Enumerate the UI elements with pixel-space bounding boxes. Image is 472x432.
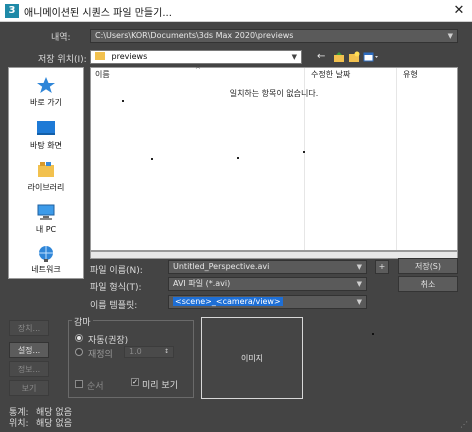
column-header-type[interactable]: 유형 bbox=[403, 68, 418, 82]
save-in-dropdown[interactable]: previews ▼ bbox=[90, 50, 302, 64]
chevron-down-icon: ▼ bbox=[356, 280, 362, 288]
view-button[interactable]: 보기 bbox=[9, 380, 49, 396]
close-icon[interactable]: ✕ bbox=[450, 2, 468, 20]
place-label: 내 PC bbox=[35, 225, 57, 234]
setup-button[interactable]: 설정... bbox=[9, 342, 49, 358]
place-network[interactable]: 네트워크 bbox=[9, 245, 83, 279]
window-title: 애니메이션된 시퀀스 파일 만들기... bbox=[24, 8, 172, 19]
places-sidebar: 바로 가기 바탕 화면 라이브러리 내 PC 네트워크 bbox=[8, 67, 84, 279]
gamma-override-spinner[interactable]: 1.0 ↕ bbox=[124, 346, 174, 358]
new-folder-icon[interactable] bbox=[348, 51, 360, 63]
desktop-icon bbox=[37, 121, 55, 135]
chevron-down-icon: ▼ bbox=[356, 298, 362, 306]
quick-access-star-icon bbox=[37, 77, 55, 93]
preview-image-label: 이미지 bbox=[240, 354, 264, 363]
gamma-auto-label: 자동(권장) bbox=[88, 336, 129, 346]
file-type-dropdown[interactable]: AVI 파일 (*.avi) ▼ bbox=[168, 277, 367, 291]
place-label: 바탕 화면 bbox=[30, 141, 62, 150]
file-name-label: 파일 이름(N): bbox=[90, 266, 143, 276]
history-label: 내역: bbox=[51, 33, 71, 43]
chevron-down-icon: ▼ bbox=[447, 32, 453, 40]
info-button[interactable]: 정보... bbox=[9, 361, 49, 377]
gamma-legend: 감마 bbox=[72, 315, 93, 328]
place-quick-access[interactable]: 바로 가기 bbox=[9, 76, 83, 114]
place-label: 네트워크 bbox=[31, 265, 61, 274]
gamma-override-label: 재정의 bbox=[88, 350, 113, 360]
file-name-input[interactable]: Untitled_Perspective.avi ▼ bbox=[168, 260, 367, 274]
save-in-label: 저장 위치(I): bbox=[38, 55, 87, 65]
resize-grip-icon[interactable]: ⋰ bbox=[460, 420, 470, 430]
gamma-auto-radio[interactable] bbox=[75, 334, 83, 342]
place-this-pc[interactable]: 내 PC bbox=[9, 203, 83, 241]
save-button[interactable]: 저장(S) bbox=[398, 258, 458, 274]
add-button[interactable]: + bbox=[375, 260, 389, 274]
location-value: 해당 없음 bbox=[36, 419, 72, 429]
save-in-value: previews bbox=[111, 52, 148, 61]
folder-icon bbox=[95, 52, 105, 60]
sequence-label: 순서 bbox=[87, 382, 104, 392]
spinner-arrows-icon: ↕ bbox=[163, 348, 169, 355]
cancel-button[interactable]: 취소 bbox=[398, 276, 458, 292]
up-folder-icon[interactable] bbox=[333, 51, 345, 63]
empty-message: 일치하는 항목이 없습니다. bbox=[229, 89, 319, 98]
app-icon: 3 bbox=[5, 4, 19, 18]
library-icon bbox=[38, 162, 54, 177]
network-icon bbox=[39, 246, 53, 262]
place-label: 라이브러리 bbox=[27, 183, 65, 192]
file-type-label: 파일 형식(T): bbox=[90, 283, 142, 293]
place-label: 바로 가기 bbox=[30, 98, 62, 107]
location-label: 위치: bbox=[9, 419, 29, 429]
history-value: C:\Users\KOR\Documents\3ds Max 2020\prev… bbox=[95, 31, 294, 40]
title-bar: 3 애니메이션된 시퀀스 파일 만들기... ✕ bbox=[0, 0, 472, 22]
chevron-down-icon: ▼ bbox=[356, 263, 362, 271]
name-template-dropdown[interactable]: <scene>_<camera/view> ▼ bbox=[168, 295, 367, 309]
preview-label: 미리 보기 bbox=[142, 381, 178, 391]
preview-checkbox[interactable]: ✓ bbox=[131, 378, 139, 386]
gamma-override-value: 1.0 bbox=[129, 347, 142, 356]
place-libraries[interactable]: 라이브러리 bbox=[9, 161, 83, 199]
artifact-dot bbox=[372, 333, 374, 335]
place-desktop[interactable]: 바탕 화면 bbox=[9, 119, 83, 157]
chevron-down-icon: ▼ bbox=[291, 53, 297, 61]
view-menu-icon[interactable] bbox=[363, 51, 379, 63]
file-name-value: Untitled_Perspective.avi bbox=[173, 262, 270, 271]
sequence-checkbox[interactable] bbox=[75, 380, 83, 388]
image-preview: 이미지 bbox=[201, 317, 303, 399]
history-dropdown[interactable]: C:\Users\KOR\Documents\3ds Max 2020\prev… bbox=[90, 29, 458, 43]
file-list[interactable]: 이름 ^ 수정한 날짜 유형 일치하는 항목이 없습니다. bbox=[90, 66, 458, 251]
file-type-value: AVI 파일 (*.avi) bbox=[173, 279, 231, 288]
artifact-dot bbox=[303, 151, 305, 153]
column-header-name[interactable]: 이름 bbox=[95, 68, 110, 82]
name-template-value: <scene>_<camera/view> bbox=[173, 297, 283, 306]
artifact-dot bbox=[151, 158, 153, 160]
devices-button[interactable]: 장치... bbox=[9, 320, 49, 336]
column-header-date[interactable]: 수정한 날짜 bbox=[311, 68, 350, 82]
this-pc-icon bbox=[37, 204, 55, 220]
artifact-dot bbox=[237, 157, 239, 159]
sort-up-icon: ^ bbox=[195, 66, 201, 74]
name-template-label: 이름 템플릿: bbox=[90, 301, 138, 311]
back-arrow-icon[interactable]: ← bbox=[317, 51, 329, 63]
artifact-dot bbox=[122, 100, 124, 102]
gamma-override-radio[interactable] bbox=[75, 348, 83, 356]
